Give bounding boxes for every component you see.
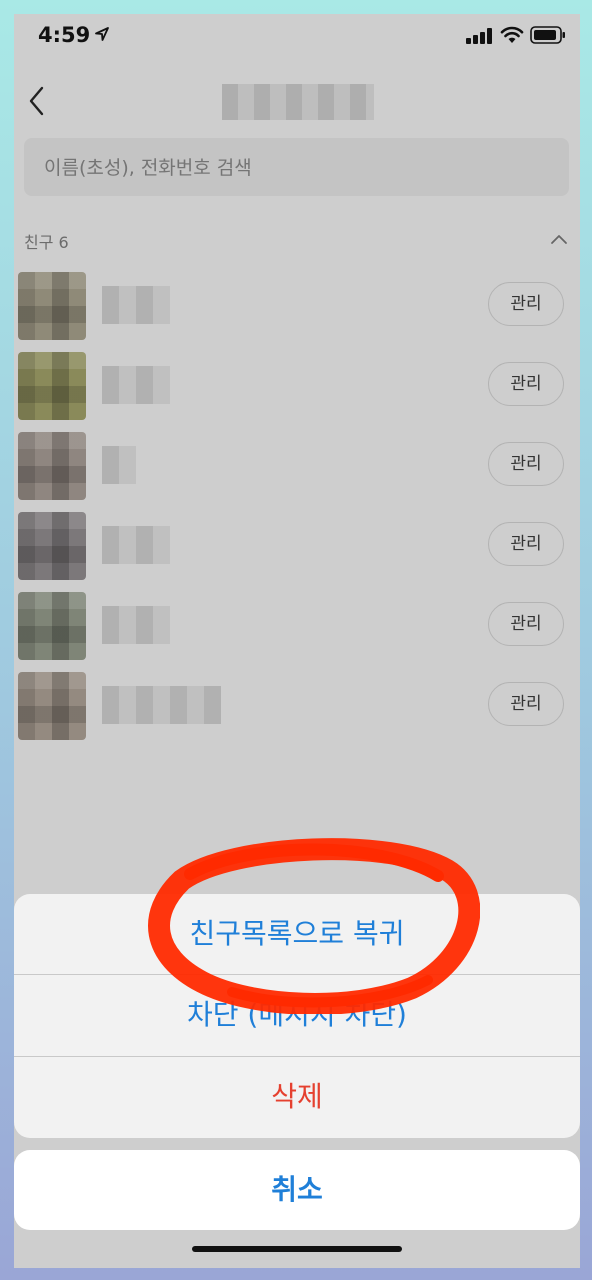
location-arrow-icon bbox=[95, 27, 109, 41]
section-label-friends: 친구 6 bbox=[24, 233, 69, 252]
manage-button[interactable]: 관리 bbox=[488, 442, 564, 486]
cancel-button[interactable]: 취소 bbox=[14, 1150, 580, 1230]
screen: 4:59 친구 6 bbox=[14, 14, 580, 1268]
friend-row[interactable]: 관리 bbox=[14, 352, 580, 432]
cellular-signal-icon bbox=[466, 28, 492, 44]
manage-button[interactable]: 관리 bbox=[488, 362, 564, 406]
manage-button[interactable]: 관리 bbox=[488, 602, 564, 646]
avatar[interactable] bbox=[18, 592, 86, 660]
status-time: 4:59 bbox=[38, 23, 91, 47]
manage-button[interactable]: 관리 bbox=[488, 522, 564, 566]
friend-name-blurred bbox=[102, 446, 136, 484]
avatar[interactable] bbox=[18, 432, 86, 500]
action-sheet: 친구목록으로 복귀 차단 (메시지 차단) 삭제 bbox=[14, 894, 580, 1138]
page-title-blurred bbox=[222, 84, 374, 120]
avatar[interactable] bbox=[18, 512, 86, 580]
friend-name-blurred bbox=[102, 686, 221, 724]
friend-row[interactable]: 관리 bbox=[14, 592, 580, 672]
search-input[interactable] bbox=[42, 138, 546, 198]
avatar[interactable] bbox=[18, 672, 86, 740]
home-indicator bbox=[192, 1246, 402, 1252]
friend-row[interactable]: 관리 bbox=[14, 512, 580, 592]
delete-button[interactable]: 삭제 bbox=[14, 1057, 580, 1137]
back-chevron-icon[interactable] bbox=[24, 84, 52, 118]
manage-button[interactable]: 관리 bbox=[488, 682, 564, 726]
friend-name-blurred bbox=[102, 606, 170, 644]
friend-name-blurred bbox=[102, 526, 170, 564]
search-bar[interactable] bbox=[24, 138, 569, 198]
friend-row[interactable]: 관리 bbox=[14, 272, 580, 352]
wifi-icon bbox=[500, 26, 524, 43]
avatar[interactable] bbox=[18, 352, 86, 420]
chevron-up-icon[interactable] bbox=[550, 232, 568, 246]
block-button[interactable]: 차단 (메시지 차단) bbox=[14, 975, 580, 1055]
friend-row[interactable]: 관리 bbox=[14, 672, 580, 752]
manage-button[interactable]: 관리 bbox=[488, 282, 564, 326]
avatar[interactable] bbox=[18, 272, 86, 340]
friend-row[interactable]: 관리 bbox=[14, 432, 580, 512]
status-bar: 4:59 bbox=[14, 14, 580, 60]
friend-name-blurred bbox=[102, 286, 170, 324]
battery-icon bbox=[530, 26, 565, 44]
friend-name-blurred bbox=[102, 366, 170, 404]
restore-to-friends-button[interactable]: 친구목록으로 복귀 bbox=[14, 894, 580, 974]
